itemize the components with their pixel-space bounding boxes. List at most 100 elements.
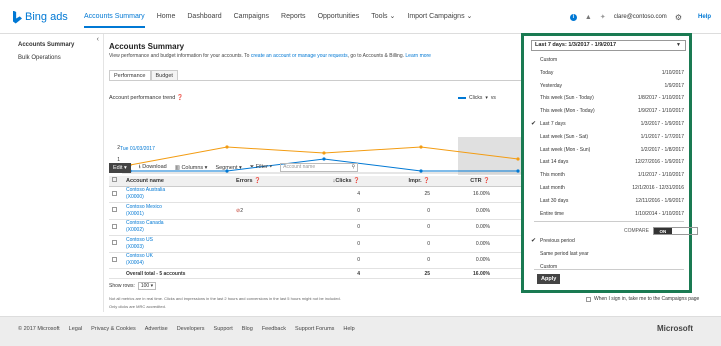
columns-button[interactable]: ▥ Columns ▾ [175, 165, 208, 171]
checkbox[interactable] [112, 240, 117, 246]
help-circle-icon[interactable]: ❓ [423, 178, 430, 184]
account-id: (X0003) [126, 243, 144, 250]
row-checkbox[interactable] [109, 219, 123, 236]
gear-icon[interactable]: ⚙ [675, 13, 682, 22]
date-option[interactable]: Yesterday 1/9/2017 [528, 80, 688, 93]
download-button[interactable]: ⭳ Download [139, 163, 167, 172]
tab-divider [109, 80, 528, 81]
checkbox[interactable] [586, 296, 591, 302]
checkbox[interactable] [112, 256, 117, 262]
date-option[interactable]: Last 14 days 12/27/2016 - 1/9/2017 [528, 156, 688, 169]
checkbox[interactable] [112, 177, 117, 183]
checkbox[interactable] [112, 207, 117, 213]
date-option[interactable]: Today 1/10/2017 [528, 67, 688, 80]
col-ctr[interactable]: CTR ❓ [433, 176, 493, 187]
nav-import-campaigns[interactable]: Import Campaigns ⌄ [407, 0, 472, 34]
nav-reports[interactable]: Reports [281, 0, 306, 34]
account-id: (X0000) [126, 194, 144, 201]
date-option[interactable]: Last 30 days 12/11/2016 - 1/9/2017 [528, 195, 688, 208]
footer-link[interactable]: Developers [177, 326, 205, 332]
lightbulb-icon[interactable]: ✦ [600, 13, 606, 21]
account-search-input[interactable]: Account name ⚲ [280, 163, 359, 172]
footer-link[interactable]: Support [214, 326, 233, 332]
date-range-select[interactable]: Last 7 days: 1/3/2017 - 1/9/2017 ▼ [531, 40, 686, 51]
date-option[interactable]: Entire time 1/10/2014 - 1/10/2017 [528, 208, 688, 221]
compare-option[interactable]: Same period last year [528, 248, 688, 261]
account-name-link[interactable]: Contoso Australia [126, 187, 230, 194]
help-circle-icon[interactable]: ❓ [353, 178, 360, 184]
footer-link[interactable]: Legal [69, 326, 82, 332]
date-option[interactable]: This week (Mon - Today) 1/9/2017 - 1/10/2… [528, 105, 688, 118]
table-row: Contoso UK (X0004) 0 0 0.00% [109, 252, 528, 269]
row-checkbox[interactable] [109, 186, 123, 203]
series-0-point [419, 169, 423, 173]
filter-icon: ⏷ [249, 164, 255, 170]
date-option[interactable]: Custom [528, 54, 688, 67]
footer-link[interactable]: Privacy & Cookies [91, 326, 136, 332]
compare-toggle[interactable]: ON [652, 227, 698, 235]
nav-accounts-summary[interactable]: Accounts Summary [84, 0, 145, 34]
error-count[interactable]: 2 [240, 208, 243, 214]
filter-button[interactable]: ⏷ Filter ▾ [250, 164, 272, 171]
errors-cell [233, 186, 303, 203]
footer-link[interactable]: Advertise [145, 326, 168, 332]
checkbox[interactable] [112, 223, 117, 229]
sidebar-item-bulk-operations[interactable]: Bulk Operations [18, 55, 61, 61]
nav-dashboard[interactable]: Dashboard [187, 0, 221, 34]
col-impr[interactable]: Impr. ❓ [363, 176, 433, 187]
date-option[interactable]: ✔ Last 7 days 1/3/2017 - 1/9/2017 [528, 118, 688, 131]
compare-option[interactable]: ✔ Previous period [528, 235, 688, 248]
user-email[interactable]: clare@contoso.com [614, 14, 667, 20]
col-errors[interactable]: Errors ❓ [233, 176, 303, 187]
learn-more-link[interactable]: Learn more [405, 53, 431, 59]
search-icon[interactable]: ⚲ [351, 164, 355, 171]
footer-link[interactable]: Help [343, 326, 354, 332]
chart-date-link[interactable]: Tue 01/03/2017 [120, 146, 155, 152]
row-checkbox[interactable] [109, 252, 123, 269]
date-option[interactable]: Last week (Mon - Sun) 1/2/2017 - 1/8/2017 [528, 144, 688, 157]
row-checkbox[interactable] [109, 235, 123, 253]
help-circle-icon[interactable]: ❓ [483, 178, 490, 184]
row-checkbox[interactable] [109, 202, 123, 220]
footer-link[interactable]: Feedback [262, 326, 286, 332]
help-link[interactable]: Help [698, 14, 711, 20]
footer: © 2017 Microsoft Legal Privacy & Cookies Ad… [0, 316, 721, 346]
account-search-placeholder: Account name [283, 164, 316, 170]
checkbox[interactable] [112, 190, 117, 196]
select-all-checkbox[interactable] [109, 176, 123, 187]
account-name-link[interactable]: Contoso UK [126, 253, 230, 260]
account-name-link[interactable]: Contoso Canada [126, 220, 230, 227]
info-icon[interactable]: i [569, 13, 577, 21]
col-clicks-label: Clicks [335, 177, 352, 184]
footer-link[interactable]: Blog [242, 326, 253, 332]
apply-button[interactable]: Apply [537, 274, 561, 284]
create-account-link[interactable]: create an account or manage your request… [251, 53, 348, 59]
collapse-sidebar-icon[interactable]: ‹ [97, 36, 99, 43]
nav-campaigns[interactable]: Campaigns [234, 0, 269, 34]
compare-state: ON [653, 228, 672, 234]
nav-opportunities[interactable]: Opportunities [318, 0, 360, 34]
nav-home[interactable]: Home [157, 0, 176, 34]
date-option[interactable]: Last month 12/1/2016 - 12/31/2016 [528, 182, 688, 195]
account-name-link[interactable]: Contoso Mexico [126, 204, 230, 211]
total-ctr: 16.00% [433, 268, 493, 279]
footer-link[interactable]: Support Forums [295, 326, 334, 332]
compare-option[interactable]: Custom [528, 261, 688, 274]
help-circle-icon[interactable]: ❓ [254, 178, 261, 184]
edit-button[interactable]: Edit ▾ [109, 162, 131, 173]
sidebar-item-accounts-summary[interactable]: Accounts Summary [18, 42, 74, 48]
account-name-link[interactable]: Contoso US [126, 237, 230, 244]
campaigns-signin-option[interactable]: When I sign in, take me to the Campaigns… [586, 296, 699, 302]
date-option[interactable]: Last week (Sun - Sat) 1/1/2017 - 1/7/2017 [528, 131, 688, 144]
date-option[interactable]: This month 1/1/2017 - 1/10/2017 [528, 169, 688, 182]
nav-tools[interactable]: Tools ⌄ [371, 0, 395, 34]
date-option[interactable]: This week (Sun - Today) 1/8/2017 - 1/10/2… [528, 92, 688, 105]
segment-button[interactable]: Segment ▾ [215, 165, 241, 171]
col-clicks[interactable]: ↓Clicks ❓ [303, 176, 363, 187]
warning-icon[interactable]: ▲ [585, 14, 592, 21]
date-option-label: Last month [540, 184, 565, 191]
show-rows-select[interactable]: 100 ▾ [137, 282, 157, 290]
col-account-name[interactable]: Account name [123, 176, 233, 187]
bing-ads-logo[interactable]: Bing ads [13, 10, 68, 24]
download-icon: ⭳ [138, 164, 141, 170]
